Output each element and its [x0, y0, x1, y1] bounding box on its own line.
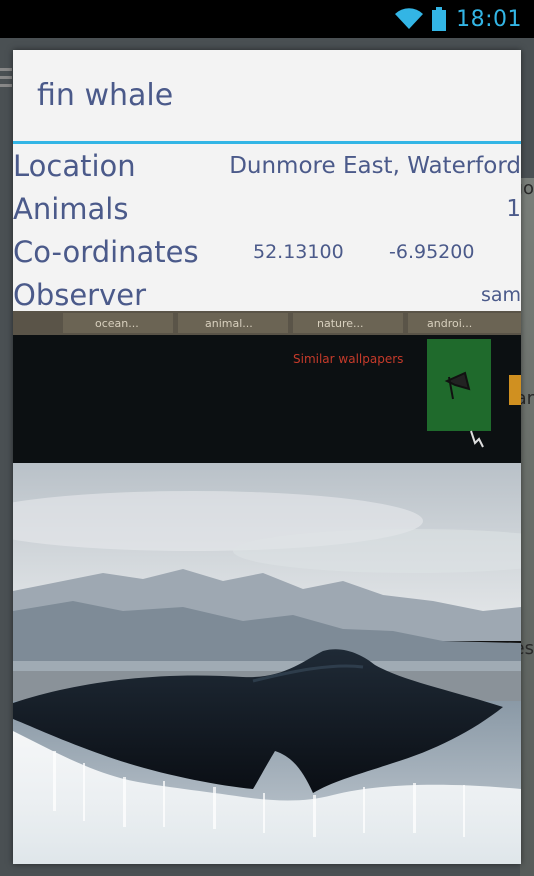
whale-photo-image: ocean... animal... nature... androi... S…	[13, 311, 521, 864]
longitude-value: -6.95200	[389, 240, 475, 263]
battery-icon	[432, 7, 447, 31]
photo-overlay-text: Similar wallpapers	[293, 352, 403, 366]
sighting-info-table: Location Dunmore East, Waterford Animals…	[13, 144, 521, 312]
observer-value: sam	[480, 283, 521, 306]
latitude-value: 52.13100	[253, 240, 344, 263]
coordinates-row: Co-ordinates 52.13100 -6.95200	[13, 230, 521, 273]
location-label: Location	[13, 148, 136, 183]
sighting-dialog: fin whale Location Dunmore East, Waterfo…	[13, 50, 521, 864]
animals-row: Animals 1	[13, 187, 521, 230]
observer-row: Observer sam	[13, 273, 521, 316]
menu-icon	[0, 68, 12, 92]
photo-tab-label: animal...	[205, 317, 253, 330]
status-bar: 18:01	[0, 0, 534, 38]
animals-value: 1	[506, 195, 521, 222]
dialog-title: fin whale	[13, 50, 521, 144]
wifi-icon	[395, 8, 424, 29]
clock: 18:01	[456, 6, 522, 32]
observer-label: Observer	[13, 277, 147, 312]
map-tile	[520, 178, 534, 876]
photo-tab-label: androi...	[427, 317, 472, 330]
location-row: Location Dunmore East, Waterford	[13, 144, 521, 187]
animals-label: Animals	[13, 191, 129, 226]
photo-tab-label: ocean...	[95, 317, 139, 330]
photo-tab-label: nature...	[317, 317, 364, 330]
location-value: Dunmore East, Waterford	[229, 152, 521, 179]
sighting-photo[interactable]: ocean... animal... nature... androi... S…	[13, 311, 521, 864]
coordinates-label: Co-ordinates	[13, 234, 199, 269]
